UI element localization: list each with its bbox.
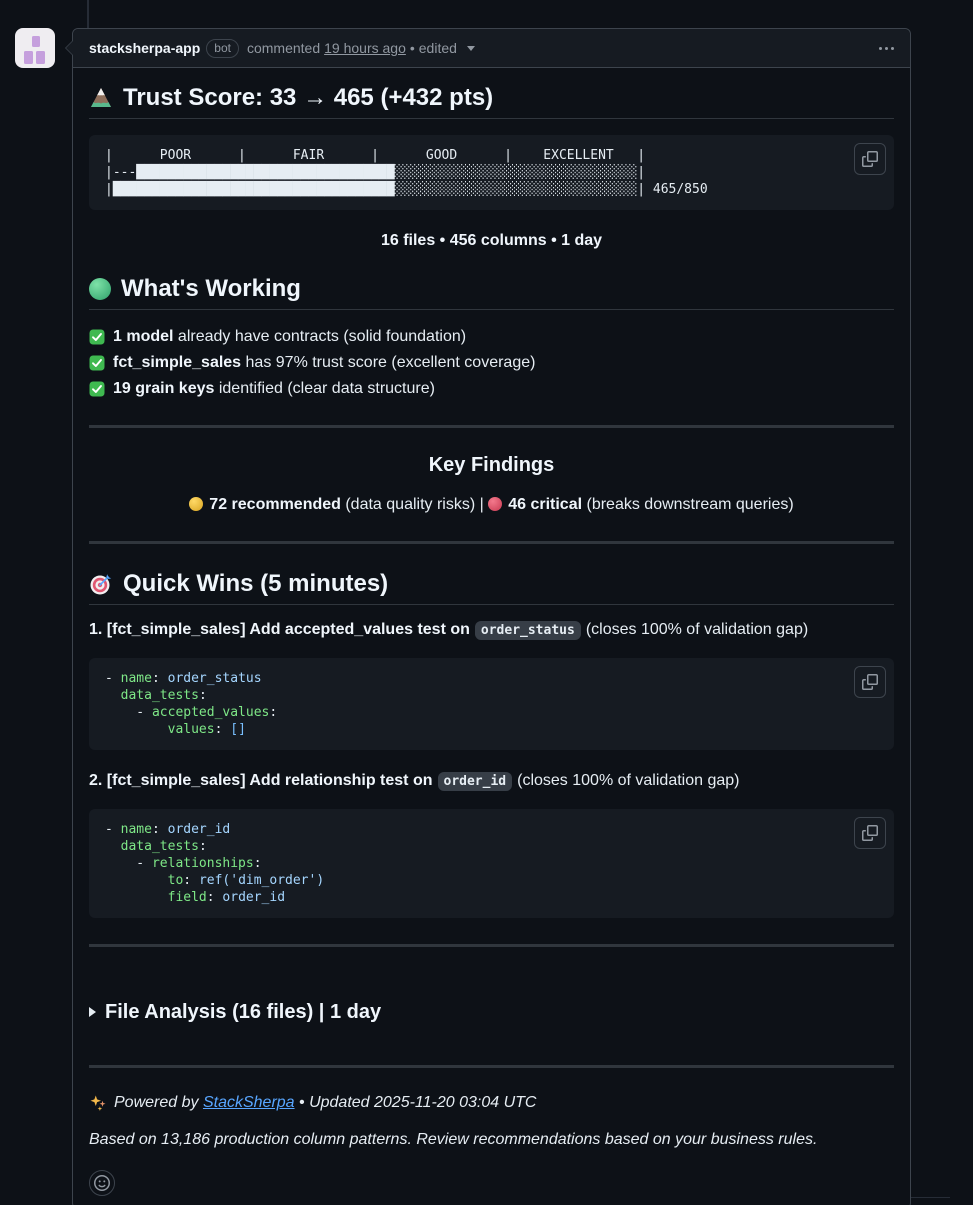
item-number: 2. — [89, 772, 102, 789]
quick-win-item: 2. [fct_simple_sales] Add relationship t… — [89, 770, 894, 793]
whats-working-list: 1 model already have contracts (solid fo… — [89, 326, 894, 399]
powered-by-line: Powered by StackSherpa • Updated 2025-11… — [89, 1092, 894, 1113]
red-circle-icon — [488, 497, 502, 511]
findings-separator: | — [475, 496, 488, 513]
item-rest: (closes 100% of validation gap) — [586, 621, 808, 638]
edited-label: edited — [419, 40, 457, 56]
list-item: fct_simple_sales has 97% trust score (ex… — [89, 352, 894, 373]
check-icon — [89, 381, 105, 397]
bar-bottom-line: |████████████████████████████████████░░░… — [105, 181, 878, 198]
check-icon — [89, 355, 105, 371]
stacksherpa-link[interactable]: StackSherpa — [203, 1094, 295, 1111]
divider — [89, 1065, 894, 1068]
timestamp-link[interactable]: 19 hours ago — [324, 40, 406, 56]
commented-label: commented — [247, 40, 320, 56]
code-block: - name: order_status data_tests: - accep… — [89, 658, 894, 750]
inline-code-chip: order_id — [438, 772, 513, 791]
trust-score-ascii-bar: | POOR | FAIR | GOOD | EXCELLENT ||---██… — [89, 135, 894, 210]
file-analysis-title: File Analysis (16 files) | 1 day — [105, 999, 381, 1025]
quick-wins-title: Quick Wins (5 minutes) — [123, 570, 388, 598]
bot-comment-card: stacksherpa-app bot commented 19 hours a… — [72, 28, 911, 1205]
file-analysis-summary[interactable]: File Analysis (16 files) | 1 day — [89, 999, 894, 1025]
target-icon — [89, 572, 113, 596]
bar-top-line: |---█████████████████████████████████░░░… — [105, 164, 878, 181]
bot-badge: bot — [206, 39, 239, 58]
avatar[interactable] — [15, 28, 55, 68]
avatar-logo-shape — [24, 51, 33, 64]
divider — [89, 944, 894, 947]
key-findings-line: 72 recommended (data quality risks) | 46… — [89, 494, 894, 515]
copy-icon — [862, 674, 878, 690]
avatar-logo-shape — [32, 36, 40, 47]
bar-labels-line: | POOR | FAIR | GOOD | EXCELLENT | — [105, 147, 878, 164]
mountain-icon — [89, 86, 113, 110]
triangle-right-icon — [89, 1007, 96, 1017]
comment-options-kebab-icon[interactable] — [879, 47, 894, 50]
file-analysis-details: File Analysis (16 files) | 1 day — [89, 999, 894, 1025]
powered-by-text: Powered by — [114, 1094, 199, 1111]
list-item: 19 grain keys identified (clear data str… — [89, 378, 894, 399]
add-reaction-button[interactable] — [89, 1170, 115, 1196]
comment-body: Trust Score: 33 → 465 (+432 pts) | POOR … — [73, 68, 910, 1205]
github-issue-comment-page: stacksherpa-app bot commented 19 hours a… — [0, 0, 973, 1205]
recommended-count: 72 recommended — [209, 496, 341, 513]
scan-stats-line: 16 files • 456 columns • 1 day — [89, 230, 894, 251]
inline-code-chip: order_status — [475, 621, 581, 640]
item-text: has 97% trust score (excellent coverage) — [241, 354, 535, 371]
item-number: 1. — [89, 621, 102, 638]
whats-working-heading: What's Working — [89, 275, 894, 310]
critical-note: (breaks downstream queries) — [582, 496, 794, 513]
copy-button[interactable] — [854, 666, 886, 698]
trust-score-title: Trust Score: 33 → 465 (+432 pts) — [123, 84, 493, 112]
avatar-logo-shape — [36, 51, 45, 64]
item-text: already have contracts (solid foundation… — [173, 328, 466, 345]
edited-history-caret-icon[interactable] — [467, 46, 475, 51]
updated-text: • Updated 2025-11-20 03:04 UTC — [299, 1094, 536, 1111]
copy-button[interactable] — [854, 143, 886, 175]
divider — [89, 425, 894, 428]
trust-score-heading: Trust Score: 33 → 465 (+432 pts) — [89, 84, 894, 119]
quick-wins-heading: Quick Wins (5 minutes) — [89, 570, 894, 605]
comment-author[interactable]: stacksherpa-app — [89, 40, 200, 56]
item-text: identified (clear data structure) — [214, 380, 435, 397]
divider — [89, 541, 894, 544]
footnote-line: Based on 13,186 production column patter… — [89, 1129, 894, 1150]
item-bold: [fct_simple_sales] Add accepted_values t… — [102, 621, 470, 638]
item-rest: (closes 100% of validation gap) — [517, 772, 739, 789]
smiley-icon — [94, 1175, 110, 1191]
copy-button[interactable] — [854, 817, 886, 849]
item-bold: 19 grain keys — [113, 380, 214, 397]
quick-win-item: 1. [fct_simple_sales] Add accepted_value… — [89, 619, 894, 642]
header-dot: • — [410, 40, 415, 56]
reaction-row — [89, 1170, 894, 1196]
key-findings-heading: Key Findings — [89, 452, 894, 478]
item-bold: [fct_simple_sales] Add relationship test… — [102, 772, 432, 789]
list-item: 1 model already have contracts (solid fo… — [89, 326, 894, 347]
whats-working-title: What's Working — [121, 275, 301, 303]
copy-icon — [862, 825, 878, 841]
check-icon — [89, 329, 105, 345]
item-bold: 1 model — [113, 328, 173, 345]
copy-icon — [862, 151, 878, 167]
sparkles-icon — [89, 1094, 107, 1112]
critical-count: 46 critical — [508, 496, 582, 513]
comment-header: stacksherpa-app bot commented 19 hours a… — [73, 29, 910, 68]
item-bold: fct_simple_sales — [113, 354, 241, 371]
yellow-circle-icon — [189, 497, 203, 511]
code-block: - name: order_id data_tests: - relations… — [89, 809, 894, 918]
green-circle-icon — [89, 278, 111, 300]
recommended-note: (data quality risks) — [341, 496, 475, 513]
